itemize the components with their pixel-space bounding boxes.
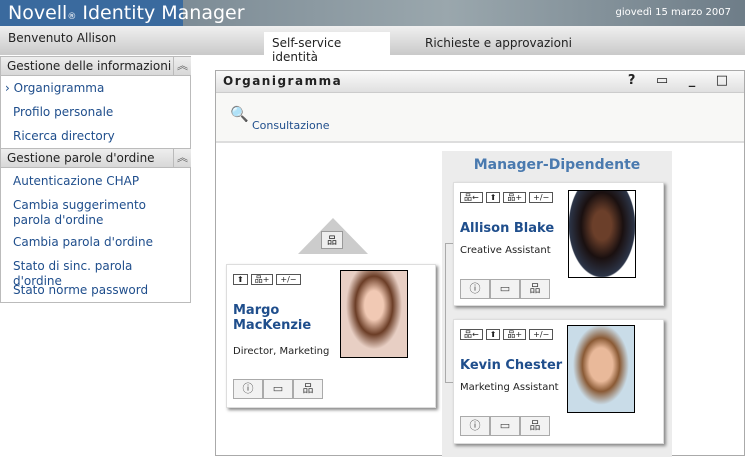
title-text: Organigramma [223, 74, 343, 88]
person-name[interactable]: Allison Blake [460, 221, 554, 236]
add-tree-icon[interactable]: 品+ [503, 329, 527, 340]
lookup-link[interactable]: Consultazione [252, 119, 330, 132]
org-tree-icon[interactable]: 品 [321, 231, 343, 249]
org-icon[interactable]: 品 [520, 279, 550, 299]
tab-requests[interactable]: Richieste e approvazioni [417, 32, 580, 55]
sidebar-item-ricerca[interactable]: Ricerca directory [13, 129, 183, 144]
card-icon[interactable]: ▭ [490, 416, 520, 436]
up-icon[interactable]: ⬆ [485, 329, 501, 340]
plus-minus-icon[interactable]: +/− [529, 192, 554, 203]
add-tree-icon[interactable]: 品+ [250, 274, 274, 285]
sidebar-item-organigramma[interactable]: › Organigramma [5, 81, 175, 96]
person-photo [567, 325, 635, 413]
toolbar: 🔍 Consultazione [216, 93, 744, 143]
connector-line [445, 243, 453, 383]
person-photo [340, 270, 408, 358]
collapse-icon[interactable]: ︽ [173, 149, 191, 168]
org-icon[interactable]: 品 [293, 379, 323, 399]
date: giovedì 15 marzo 2007 [615, 7, 732, 18]
section-title: Gestione delle informazioni [7, 59, 172, 73]
magnifier-icon[interactable]: 🔍 [230, 105, 249, 123]
up-icon[interactable]: ⬆ [233, 274, 248, 285]
plus-minus-icon[interactable]: +/− [276, 274, 301, 285]
org-chart-panel: Organigramma ? ▭ _ □ 🔍 Consultazione 品 ⬆… [215, 70, 745, 457]
section-title: Gestione parole d'ordine [7, 151, 155, 165]
product-name: Identity Manager [82, 2, 245, 24]
sidebar-item-change-password[interactable]: Cambia parola d'ordine [13, 235, 183, 250]
item-label: Organigramma [13, 81, 105, 95]
person-name[interactable]: Margo MacKenzie [233, 303, 333, 333]
card-icon[interactable]: ▭ [490, 279, 520, 299]
person-name[interactable]: Kevin Chester [460, 358, 562, 373]
logo: Novell® Identity Manager [8, 2, 245, 24]
person-title: Director, Marketing [233, 346, 330, 357]
relationship-title[interactable]: Manager-Dipendente [442, 157, 672, 173]
section-header-password[interactable]: Gestione parole d'ordine ︽ [1, 148, 191, 168]
person-photo [568, 190, 636, 278]
person-card-kevin: 品← ⬆ 品+ +/− Kevin Chester Marketing Assista… [453, 319, 664, 444]
sidebar-item-chap[interactable]: Autenticazione CHAP [13, 174, 183, 189]
tab-self-service[interactable]: Self-service identità [264, 32, 390, 64]
collapse-icon[interactable]: ︽ [173, 57, 191, 76]
sidebar: Gestione delle informazioni ︽ › Organigra… [0, 56, 191, 303]
plus-minus-icon[interactable]: +/− [529, 329, 554, 340]
person-card-margo: ⬆ 品+ +/− Margo MacKenzie Director, Marketi… [226, 264, 436, 408]
welcome-text: Benvenuto Allison [8, 31, 117, 45]
person-card-allison: 品← ⬆ 品+ +/− Allison Blake Creative Assistan… [453, 182, 664, 306]
person-title: Marketing Assistant [460, 382, 559, 393]
sidebar-item-hint[interactable]: Cambia suggerimento parola d'ordine [13, 198, 183, 228]
sidebar-item-profilo[interactable]: Profilo personale [13, 105, 183, 120]
card-icon[interactable]: ▭ [263, 379, 293, 399]
manager-icon[interactable]: 品← [460, 329, 483, 340]
org-icon[interactable]: 品 [520, 416, 550, 436]
panel-controls[interactable]: ? ▭ _ □ [628, 73, 736, 88]
info-icon[interactable]: ⓘ [460, 279, 490, 299]
brand: Novell [8, 2, 68, 24]
section-header-info[interactable]: Gestione delle informazioni ︽ [1, 56, 191, 76]
manager-icon[interactable]: 品← [460, 192, 483, 203]
info-icon[interactable]: ⓘ [233, 379, 263, 399]
info-icon[interactable]: ⓘ [460, 416, 490, 436]
add-tree-icon[interactable]: 品+ [503, 192, 527, 203]
sidebar-item-policy[interactable]: Stato norme password [13, 283, 183, 298]
person-title: Creative Assistant [460, 245, 551, 256]
reg-mark: ® [67, 12, 77, 22]
up-icon[interactable]: ⬆ [485, 192, 501, 203]
